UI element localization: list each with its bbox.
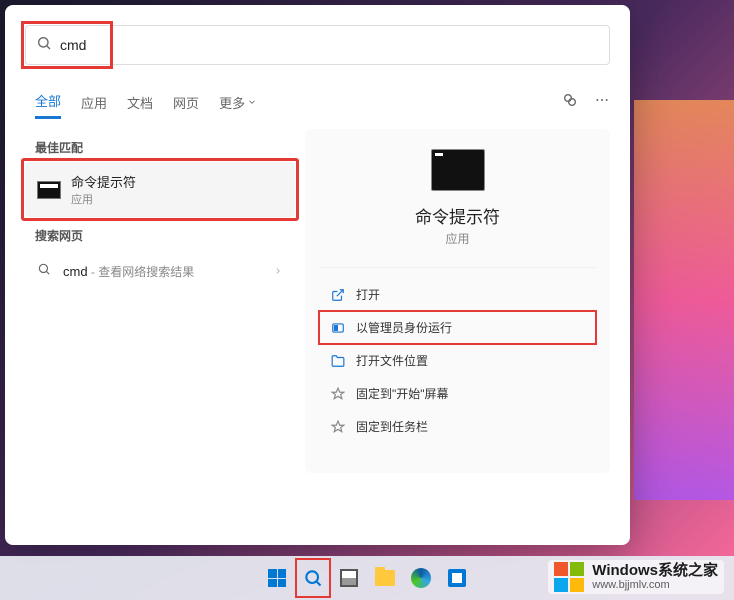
best-match-heading: 最佳匹配: [35, 139, 285, 156]
shield-icon: [330, 320, 346, 336]
web-result-title: cmd: [63, 264, 88, 279]
search-input[interactable]: [60, 37, 599, 53]
windows-color-logo-icon: [554, 562, 584, 592]
tab-documents[interactable]: 文档: [127, 87, 153, 118]
filter-tabs: 全部 应用 文档 网页 更多: [5, 75, 630, 119]
highlight-annotation: [21, 158, 299, 221]
action-label: 打开文件位置: [356, 352, 428, 369]
tab-apps[interactable]: 应用: [81, 87, 107, 118]
result-subtitle: 应用: [71, 191, 136, 207]
watermark: Windows系统之家 www.bjjmlv.com: [548, 560, 724, 594]
action-run-as-admin[interactable]: 以管理员身份运行: [320, 311, 595, 344]
web-result-subtitle: - 查看网络搜索结果: [88, 265, 195, 279]
feedback-icon[interactable]: [562, 92, 578, 113]
watermark-title: Windows系统之家: [592, 563, 718, 580]
search-bar[interactable]: [25, 25, 610, 65]
action-label: 固定到"开始"屏幕: [356, 385, 449, 402]
file-explorer-button[interactable]: [371, 564, 399, 592]
windows-logo-icon: [268, 569, 286, 587]
watermark-url: www.bjjmlv.com: [592, 579, 718, 591]
task-view-button[interactable]: [335, 564, 363, 592]
action-label: 打开: [356, 286, 380, 303]
microsoft-store-button[interactable]: [443, 564, 471, 592]
pin-icon: [330, 419, 346, 435]
tab-web[interactable]: 网页: [173, 87, 199, 118]
action-pin-to-start[interactable]: 固定到"开始"屏幕: [320, 377, 595, 410]
folder-icon: [375, 570, 395, 586]
search-results-panel: 全部 应用 文档 网页 更多 最佳匹配 命令提示符 应用: [5, 5, 630, 545]
more-options-icon[interactable]: [594, 92, 610, 113]
edge-browser-button[interactable]: [407, 564, 435, 592]
chevron-down-icon: [247, 97, 257, 107]
pin-icon: [330, 386, 346, 402]
search-icon: [36, 35, 52, 56]
detail-title: 命令提示符: [415, 203, 500, 228]
action-open-file-location[interactable]: 打开文件位置: [320, 344, 595, 377]
tab-more[interactable]: 更多: [219, 87, 257, 118]
start-button[interactable]: [263, 564, 291, 592]
detail-subtitle: 应用: [445, 230, 469, 247]
cmd-app-icon-large: [431, 149, 485, 191]
task-view-icon: [340, 569, 358, 587]
detail-pane: 命令提示符 应用 打开 以管理员身份运行: [305, 129, 610, 473]
cmd-app-icon: [37, 181, 61, 199]
open-icon: [330, 287, 346, 303]
result-title: 命令提示符: [71, 172, 136, 191]
best-match-result[interactable]: 命令提示符 应用: [25, 162, 295, 217]
search-web-heading: 搜索网页: [35, 227, 285, 244]
taskbar-search-button[interactable]: [299, 564, 327, 592]
action-label: 以管理员身份运行: [356, 319, 452, 336]
action-label: 固定到任务栏: [356, 418, 428, 435]
edge-icon: [411, 568, 431, 588]
action-open[interactable]: 打开: [320, 278, 595, 311]
folder-icon: [330, 353, 346, 369]
tab-all[interactable]: 全部: [35, 85, 61, 119]
web-search-result[interactable]: cmd - 查看网络搜索结果: [25, 250, 295, 293]
search-icon: [37, 262, 51, 281]
action-pin-to-taskbar[interactable]: 固定到任务栏: [320, 410, 595, 443]
chevron-right-icon: [273, 265, 283, 279]
store-icon: [448, 569, 466, 587]
